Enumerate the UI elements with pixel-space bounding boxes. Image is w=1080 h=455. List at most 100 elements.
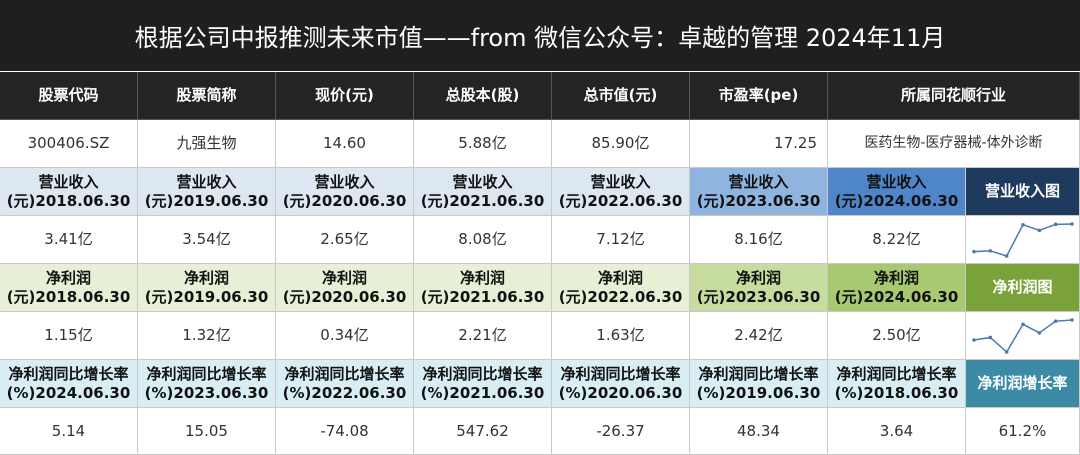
profit-period: (元)2022.06.30 — [558, 287, 683, 306]
growth-value-2021: 547.62 — [414, 408, 552, 455]
profit-chart-button[interactable]: 净利润图 — [966, 264, 1080, 312]
revenue-label: 营业收入 — [728, 172, 789, 191]
revenue-period: (元)2024.06.30 — [834, 191, 959, 210]
header-pe: 市盈率(pe) — [690, 72, 828, 120]
profit-value-2020: 0.34亿 — [276, 312, 414, 360]
revenue-spark-point — [1069, 221, 1074, 226]
growth-header-2023: 净利润同比增长率 (%)2023.06.30 — [138, 360, 276, 408]
revenue-period: (元)2021.06.30 — [420, 191, 545, 210]
revenue-spark-point — [971, 249, 976, 253]
revenue-header-2018: 营业收入 (元)2018.06.30 — [0, 168, 138, 216]
profit-sparkline — [971, 317, 1074, 354]
revenue-sparkline — [971, 221, 1074, 258]
revenue-spark-point — [988, 248, 992, 253]
header-price: 现价(元) — [276, 72, 414, 120]
growth-label: 净利润同比增长率 — [422, 364, 543, 383]
growth-period: (%)2021.06.30 — [420, 383, 545, 402]
profit-spark-point — [971, 337, 976, 342]
growth-value-2022: -74.08 — [276, 408, 414, 455]
header-market-cap: 总市值(元) — [552, 72, 690, 120]
revenue-label: 营业收入 — [866, 172, 927, 191]
sheet-title: 根据公司中报推测未来市值——from 微信公众号：卓越的管理 2024年11月 — [0, 0, 1080, 72]
growth-label: 净利润同比增长率 — [698, 364, 819, 383]
revenue-spark-point — [1037, 228, 1041, 232]
profit-spark-point — [1053, 318, 1057, 323]
revenue-label: 营业收入 — [176, 172, 237, 191]
growth-label: 净利润同比增长率 — [284, 364, 405, 383]
profit-sparkline-cell — [966, 312, 1080, 360]
profit-header-2021: 净利润 (元)2021.06.30 — [414, 264, 552, 312]
revenue-label: 营业收入 — [452, 172, 513, 191]
stock-pe: 17.25 — [690, 120, 828, 168]
growth-period: (%)2020.06.30 — [558, 383, 683, 402]
profit-value-2018: 1.15亿 — [0, 312, 138, 360]
revenue-label: 营业收入 — [314, 172, 375, 191]
profit-spark-point — [988, 335, 992, 339]
growth-period: (%)2018.06.30 — [834, 383, 959, 402]
revenue-period: (元)2019.06.30 — [144, 191, 269, 210]
revenue-value-2020: 2.65亿 — [276, 216, 414, 264]
header-industry: 所属同花顺行业 — [828, 72, 1080, 120]
profit-value-2022: 1.63亿 — [552, 312, 690, 360]
revenue-header-2020: 营业收入 (元)2020.06.30 — [276, 168, 414, 216]
growth-value-2020: -26.37 — [552, 408, 690, 455]
growth-header-2024: 净利润同比增长率 (%)2024.06.30 — [0, 360, 138, 408]
growth-period: (%)2022.06.30 — [282, 383, 407, 402]
revenue-chart-button[interactable]: 营业收入图 — [966, 168, 1080, 216]
profit-label: 净利润 — [459, 268, 505, 287]
profit-spark-point — [1020, 321, 1025, 326]
revenue-header-2021: 营业收入 (元)2021.06.30 — [414, 168, 552, 216]
growth-label: 净利润同比增长率 — [8, 364, 129, 383]
profit-label: 净利润 — [321, 268, 367, 287]
profit-header-2018: 净利润 (元)2018.06.30 — [0, 264, 138, 312]
growth-header-2022: 净利润同比增长率 (%)2022.06.30 — [276, 360, 414, 408]
revenue-value-2018: 3.41亿 — [0, 216, 138, 264]
profit-value-2019: 1.32亿 — [138, 312, 276, 360]
growth-header-2019: 净利润同比增长率 (%)2019.06.30 — [690, 360, 828, 408]
profit-spark-point — [1004, 349, 1008, 354]
revenue-period: (元)2020.06.30 — [282, 191, 407, 210]
growth-summary: 61.2% — [966, 408, 1080, 455]
growth-value-2018: 3.64 — [828, 408, 966, 455]
stock-industry: 医药生物-医疗器械-体外诊断 — [828, 120, 1080, 168]
growth-value-2023: 15.05 — [138, 408, 276, 455]
profit-label: 净利润 — [45, 268, 91, 287]
growth-period: (%)2019.06.30 — [696, 383, 821, 402]
profit-header-2019: 净利润 (元)2019.06.30 — [138, 264, 276, 312]
profit-period: (元)2020.06.30 — [282, 287, 407, 306]
revenue-header-2023: 营业收入 (元)2023.06.30 — [690, 168, 828, 216]
growth-header-2018: 净利润同比增长率 (%)2018.06.30 — [828, 360, 966, 408]
revenue-spark-point — [1020, 222, 1025, 227]
revenue-sparkline-cell — [966, 216, 1080, 264]
valuation-sheet: 根据公司中报推测未来市值——from 微信公众号：卓越的管理 2024年11月 … — [0, 0, 1080, 455]
profit-period: (元)2023.06.30 — [696, 287, 821, 306]
profit-value-2024: 2.50亿 — [828, 312, 966, 360]
revenue-value-2024: 8.22亿 — [828, 216, 966, 264]
revenue-period: (元)2022.06.30 — [558, 191, 683, 210]
profit-header-2022: 净利润 (元)2022.06.30 — [552, 264, 690, 312]
profit-header-2020: 净利润 (元)2020.06.30 — [276, 264, 414, 312]
header-stock-code: 股票代码 — [0, 72, 138, 120]
profit-value-2021: 2.21亿 — [414, 312, 552, 360]
stock-shares: 5.88亿 — [414, 120, 552, 168]
stock-market-cap: 85.90亿 — [552, 120, 690, 168]
growth-value-2024: 5.14 — [0, 408, 138, 455]
profit-header-2023: 净利润 (元)2023.06.30 — [690, 264, 828, 312]
revenue-header-2022: 营业收入 (元)2022.06.30 — [552, 168, 690, 216]
growth-value-2019: 48.34 — [690, 408, 828, 455]
profit-period: (元)2019.06.30 — [144, 287, 269, 306]
revenue-value-2021: 8.08亿 — [414, 216, 552, 264]
revenue-label: 营业收入 — [590, 172, 651, 191]
stock-code: 300406.SZ — [0, 120, 138, 168]
stock-price: 14.60 — [276, 120, 414, 168]
profit-label: 净利润 — [873, 268, 919, 287]
profit-spark-point — [1069, 317, 1074, 322]
profit-spark-point — [1037, 330, 1041, 335]
growth-header-2020: 净利润同比增长率 (%)2020.06.30 — [552, 360, 690, 408]
header-shares: 总股本(股) — [414, 72, 552, 120]
revenue-period: (元)2023.06.30 — [696, 191, 821, 210]
growth-period: (%)2024.06.30 — [6, 383, 131, 402]
profit-value-2023: 2.42亿 — [690, 312, 828, 360]
revenue-value-2019: 3.54亿 — [138, 216, 276, 264]
growth-chart-button[interactable]: 净利润增长率 — [966, 360, 1080, 408]
